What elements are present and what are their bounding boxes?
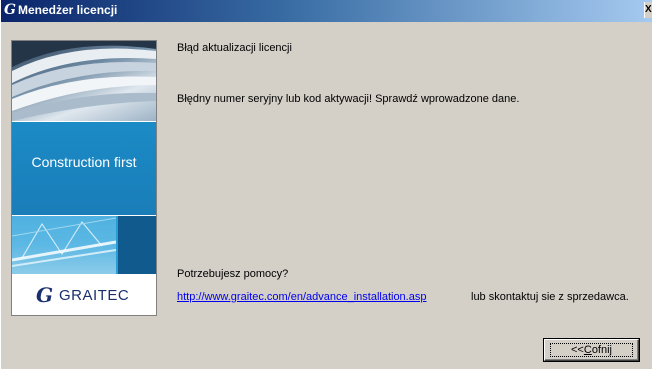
help-question: Potrzebujesz pomocy? bbox=[177, 268, 289, 280]
banner-accent-square bbox=[118, 216, 156, 274]
graitec-banner: Construction first G GRAITEC bbox=[11, 40, 157, 316]
graitec-logo: G GRAITEC bbox=[12, 275, 156, 315]
bridge-photo bbox=[12, 216, 116, 274]
contact-seller-text: lub skontaktuj sie z sprzedawca. bbox=[471, 291, 629, 303]
close-button[interactable]: X bbox=[644, 2, 652, 18]
building-curves-image bbox=[12, 41, 156, 121]
error-heading: Błąd aktualizacji licencji bbox=[177, 42, 292, 54]
window-title: Menedżer licencji bbox=[18, 3, 118, 17]
error-message: Błędny numer seryjny lub kod aktywacji! … bbox=[177, 93, 520, 105]
bridge-strip bbox=[12, 216, 156, 274]
title-bar[interactable]: G Menedżer licencji X bbox=[1, 0, 652, 22]
installation-help-link[interactable]: http://www.graitec.com/en/advance_instal… bbox=[177, 291, 426, 304]
bridge-structure-image bbox=[12, 217, 116, 267]
license-manager-window: G Menedżer licencji X Construction first bbox=[0, 0, 652, 369]
back-label-rest: ofnij bbox=[591, 344, 612, 356]
back-label-prefix: << bbox=[571, 344, 584, 356]
building-photo bbox=[12, 41, 156, 121]
slogan-panel: Construction first bbox=[12, 122, 156, 215]
banner-slogan: Construction first bbox=[31, 154, 137, 170]
graitec-wordmark: GRAITEC bbox=[59, 287, 130, 304]
graitec-mark-icon: G bbox=[36, 283, 54, 307]
back-button[interactable]: <<Cofnij bbox=[544, 339, 639, 361]
back-label-accesskey: C bbox=[583, 344, 592, 356]
focus-rectangle: <<Cofnij bbox=[550, 343, 633, 357]
